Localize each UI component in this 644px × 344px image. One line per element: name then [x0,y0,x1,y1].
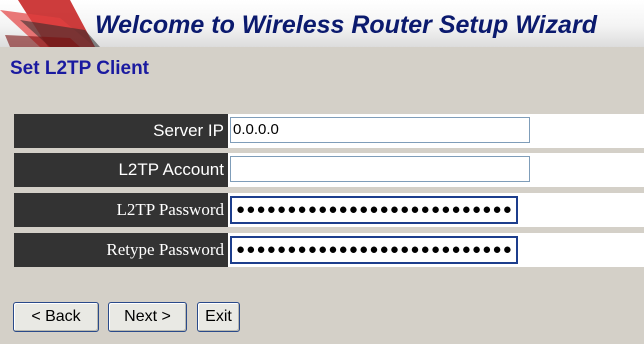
retype-password-cell: ●●●●●●●●●●●●●●●●●●●●●●●●●●● [228,233,644,267]
l2tp-account-label: L2TP Account [14,153,228,187]
next-button[interactable]: Next > [108,302,187,332]
l2tp-password-cell: ●●●●●●●●●●●●●●●●●●●●●●●●●●● [228,193,644,227]
l2tp-account-input[interactable] [230,156,530,182]
l2tp-password-input[interactable]: ●●●●●●●●●●●●●●●●●●●●●●●●●●● [230,196,518,224]
banner-title: Welcome to Wireless Router Setup Wizard [95,11,597,39]
retype-password-input[interactable]: ●●●●●●●●●●●●●●●●●●●●●●●●●●● [230,236,518,264]
l2tp-password-row: L2TP Password ●●●●●●●●●●●●●●●●●●●●●●●●●●… [14,193,644,227]
l2tp-account-row: L2TP Account [14,153,644,187]
exit-button[interactable]: Exit [197,302,240,332]
retype-password-label: Retype Password [14,233,228,267]
page-title: Set L2TP Client [10,58,150,79]
back-button[interactable]: < Back [13,302,99,332]
l2tp-account-cell [228,153,644,187]
wizard-banner: Welcome to Wireless Router Setup Wizard [0,0,644,47]
retype-password-row: Retype Password ●●●●●●●●●●●●●●●●●●●●●●●●… [14,233,644,267]
l2tp-password-label: L2TP Password [14,193,228,227]
server-ip-label: Server IP [14,114,228,148]
server-ip-row: Server IP 0.0.0.0 [14,114,644,148]
server-ip-cell: 0.0.0.0 [228,114,644,148]
server-ip-input[interactable]: 0.0.0.0 [230,117,530,143]
